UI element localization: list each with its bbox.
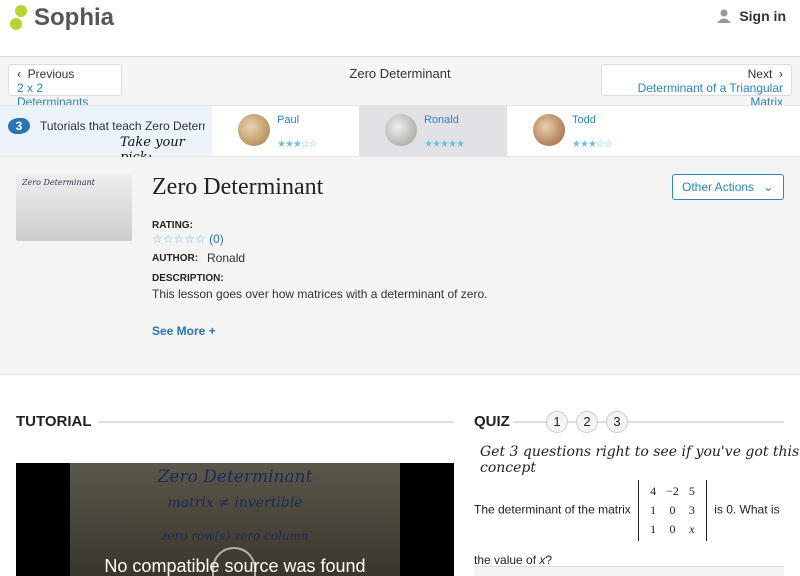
tutorial-info: Zero Determinant Zero Determinant Other … (0, 157, 800, 375)
tutorial-title: Zero Determinant (152, 174, 324, 200)
video-error: No compatible source was found (104, 557, 366, 576)
tutorial-heading: TUTORIAL (16, 413, 92, 430)
other-actions-button[interactable]: Other Actions ⌄ (672, 174, 784, 200)
tutor-card-ronald[interactable]: Ronald ★★★★★ (359, 106, 507, 156)
question-text: The determinant of the matrix (474, 502, 631, 517)
thumbnail-text: Zero Determinant (22, 178, 95, 187)
sophia-logo[interactable]: Sophia (10, 4, 114, 32)
rating-count: (0) (209, 232, 224, 246)
poster-text: matrix ≠ invertible (167, 495, 303, 511)
rating-stars[interactable]: ☆☆☆☆☆ (152, 232, 206, 246)
tutor-avatar (533, 114, 565, 146)
question-text: is 0. What is (714, 502, 780, 517)
picker-intro: 3 Tutorials that teach Zero Determinant … (0, 106, 212, 165)
description-label: DESCRIPTION: (152, 273, 224, 284)
poster-text: zero row(s) zero column (161, 529, 309, 543)
tutor-rating: ★★★★★ (424, 139, 465, 150)
tutor-rating: ★★★☆☆ (572, 139, 613, 150)
logo-icon (10, 5, 28, 31)
quiz-heading: QUIZ (474, 413, 510, 430)
tutor-name: Todd (572, 114, 596, 126)
tutor-name: Paul (277, 114, 300, 126)
quiz-question: The determinant of the matrix 4 −2 5 103 1… (474, 480, 789, 567)
video-player[interactable]: Zero Determinant matrix ≠ invertible zer… (16, 463, 454, 576)
other-actions-label: Other Actions (682, 180, 755, 194)
count-badge: 3 (8, 118, 30, 134)
matrix: 4 −2 5 103 10x (638, 480, 707, 541)
tutorial-picker: 3 Tutorials that teach Zero Determinant … (0, 105, 800, 165)
answer-box[interactable] (474, 566, 784, 576)
divider (98, 421, 454, 423)
nav-title: Zero Determinant (349, 66, 451, 81)
question-text: ? (545, 553, 553, 567)
tutor-avatar (238, 114, 270, 146)
user-icon (717, 9, 732, 23)
picker-intro-text: Tutorials that teach Zero Determinant (40, 119, 205, 133)
author-label: AUTHOR: (152, 253, 199, 264)
poster-text: Zero Determinant (157, 467, 313, 487)
tutor-card-paul[interactable]: Paul ★★★☆☆ (212, 106, 360, 156)
tutor-rating: ★★★☆☆ (277, 139, 318, 150)
sign-in-label: Sign in (739, 8, 786, 24)
tutor-card-todd[interactable]: Todd ★★★☆☆ (507, 106, 655, 156)
tutorial-nav: ‹ Previous 2 x 2 Determinants Next › Det… (0, 57, 800, 109)
chevron-down-icon: ⌄ (763, 180, 774, 194)
author-name: Ronald (207, 251, 246, 265)
sign-in-button[interactable]: Sign in (717, 8, 786, 24)
quiz-step-1[interactable]: 1 (546, 411, 568, 433)
question-text: the value of (474, 553, 540, 567)
quiz-step-3[interactable]: 3 (606, 411, 628, 433)
rating-label: RATING: (152, 220, 193, 231)
tutor-name: Ronald (424, 114, 459, 126)
quiz-tagline: Get 3 questions right to see if you've g… (480, 444, 800, 476)
description-text: This lesson goes over how matrices with … (152, 287, 488, 301)
quiz-step-2[interactable]: 2 (576, 411, 598, 433)
tutorial-thumbnail: Zero Determinant (16, 174, 132, 241)
see-more-link[interactable]: See More + (152, 324, 216, 338)
brand-name: Sophia (34, 4, 115, 31)
site-header: Sophia Sign in (0, 0, 800, 57)
tutor-avatar (385, 114, 417, 146)
